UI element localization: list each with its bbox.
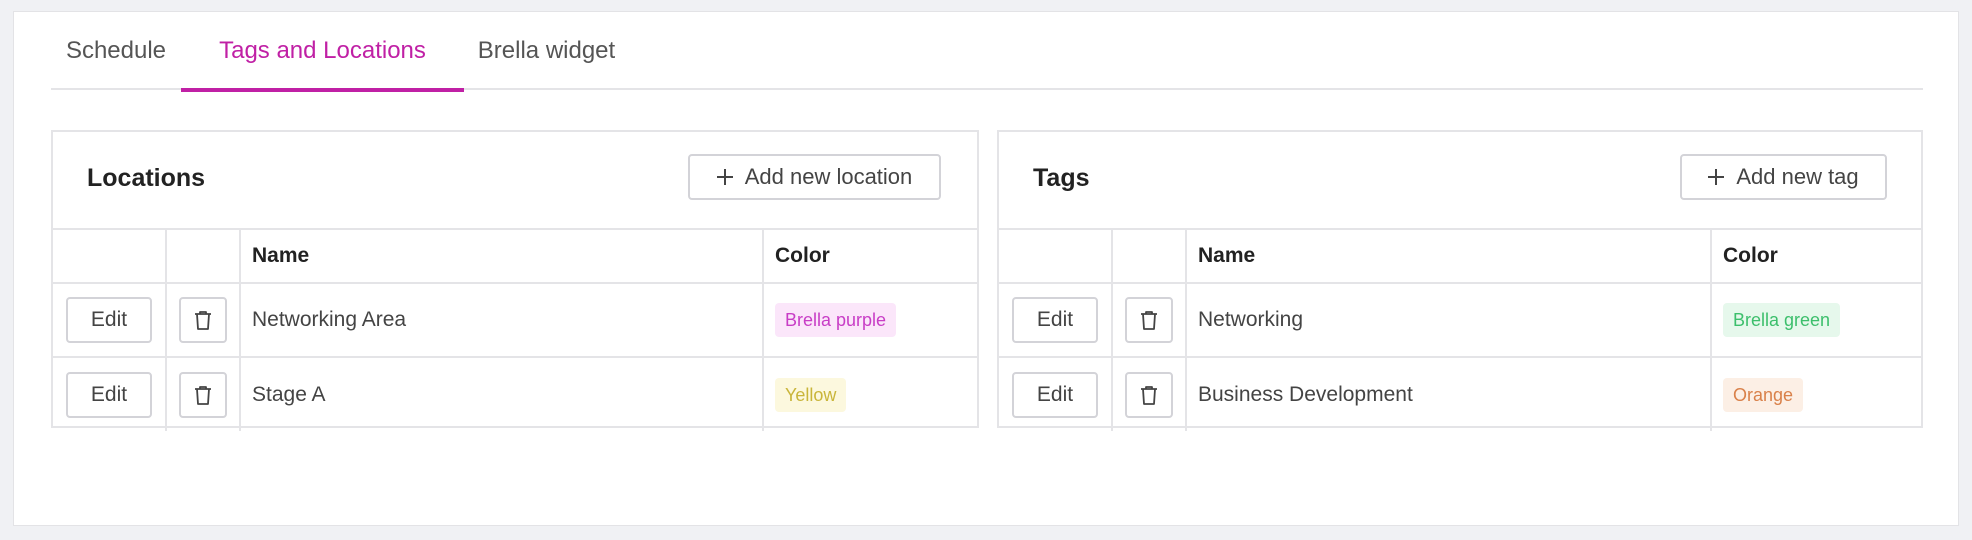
- tags-table: Name Color Edit Networking Brella green …: [999, 228, 1921, 431]
- tags-header: Tags Add new tag: [999, 132, 1921, 228]
- color-badge: Brella green: [1723, 303, 1841, 337]
- tab-brella-widget[interactable]: Brella widget: [464, 12, 629, 90]
- tab-tags-and-locations[interactable]: Tags and Locations: [181, 12, 464, 92]
- edit-button[interactable]: Edit: [1012, 371, 1098, 418]
- column-header-color: Color: [1710, 228, 1921, 284]
- plus-icon: [1708, 169, 1725, 185]
- locations-header: Locations Add new location: [53, 132, 977, 228]
- edit-button[interactable]: Edit: [66, 371, 152, 418]
- tags-title: Tags: [1033, 164, 1090, 192]
- tab-bar: Schedule Tags and Locations Brella widge…: [51, 12, 1923, 92]
- trash-icon: [195, 385, 211, 405]
- locations-title: Locations: [87, 164, 206, 192]
- delete-button[interactable]: [1125, 297, 1173, 343]
- tag-name: Business Development: [1185, 356, 1712, 431]
- add-tag-label: Add new tag: [1736, 164, 1859, 189]
- location-name: Networking Area: [239, 282, 764, 358]
- column-header-delete: [165, 228, 241, 284]
- tab-schedule[interactable]: Schedule: [51, 12, 181, 90]
- delete-button[interactable]: [1125, 371, 1173, 418]
- tags-panel: Tags Add new tag Name Color Edit Network…: [997, 130, 1923, 431]
- table-row: Edit Stage A Yellow: [53, 356, 977, 431]
- color-badge: Brella purple: [775, 303, 897, 337]
- add-location-label: Add new location: [744, 164, 913, 189]
- table-row: Edit Business Development Orange: [999, 356, 1921, 431]
- trash-icon: [1141, 311, 1157, 330]
- column-header-color: Color: [762, 228, 977, 284]
- edit-button[interactable]: Edit: [1012, 297, 1098, 343]
- column-header-name: Name: [239, 228, 764, 284]
- column-header-edit: [999, 228, 1113, 284]
- trash-icon: [1141, 385, 1157, 405]
- plus-icon: [716, 169, 733, 185]
- table-row: Edit Networking Area Brella purple: [53, 282, 977, 358]
- locations-panel: Locations Add new location Name Color Ed…: [51, 130, 979, 431]
- tag-name: Networking: [1185, 282, 1712, 358]
- color-badge: Orange: [1723, 377, 1804, 412]
- locations-table: Name Color Edit Networking Area Brella p…: [53, 228, 977, 431]
- column-header-name: Name: [1185, 228, 1712, 284]
- location-name: Stage A: [239, 356, 764, 431]
- add-location-button[interactable]: Add new location: [688, 154, 941, 200]
- column-header-edit: [53, 228, 167, 284]
- trash-icon: [195, 311, 211, 330]
- add-tag-button[interactable]: Add new tag: [1680, 154, 1887, 200]
- settings-card: Schedule Tags and Locations Brella widge…: [13, 11, 1959, 526]
- delete-button[interactable]: [179, 371, 227, 418]
- column-header-delete: [1111, 228, 1187, 284]
- color-badge: Yellow: [775, 377, 847, 412]
- table-row: Edit Networking Brella green: [999, 282, 1921, 358]
- edit-button[interactable]: Edit: [66, 297, 152, 343]
- delete-button[interactable]: [179, 297, 227, 343]
